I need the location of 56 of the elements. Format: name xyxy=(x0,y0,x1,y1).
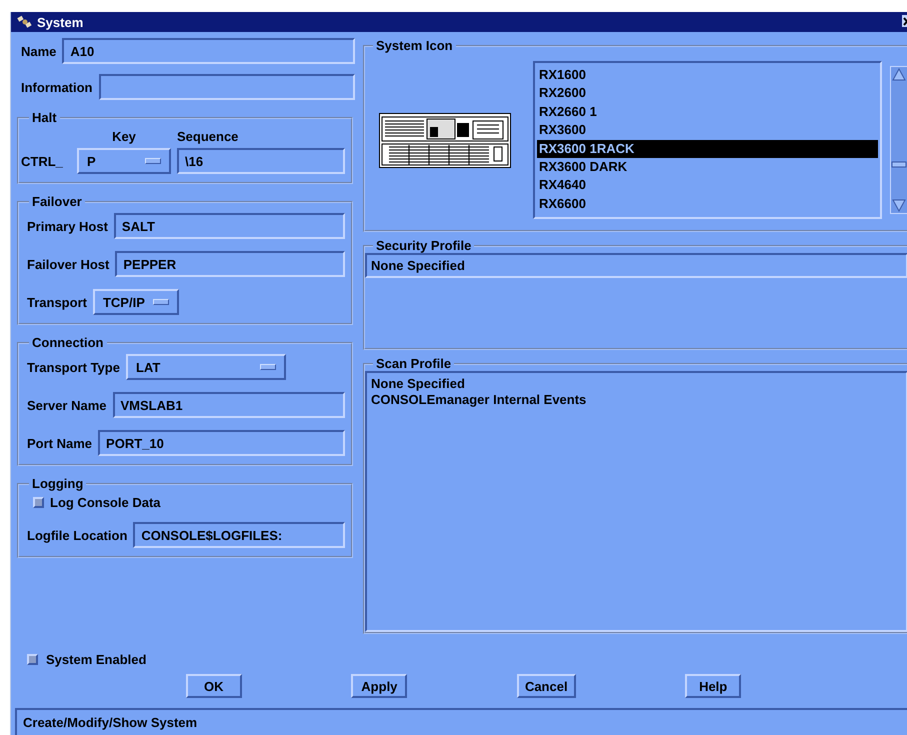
field-label: CTRL_ xyxy=(21,154,64,168)
group-title: Failover xyxy=(31,194,83,209)
list-item[interactable]: None Specified xyxy=(371,376,902,391)
group-title: Security Profile xyxy=(375,238,472,253)
text-field[interactable]: VMSLAB1 xyxy=(112,392,345,418)
menu-indicator-icon xyxy=(260,364,276,370)
checkbox[interactable] xyxy=(33,497,44,508)
text-field[interactable]: A10 xyxy=(62,38,355,64)
group-title: Logging xyxy=(31,476,84,491)
list-item[interactable]: None Specified xyxy=(371,258,902,273)
group-title: Scan Profile xyxy=(375,356,452,371)
field-label: Failover Host xyxy=(27,256,110,272)
text-field[interactable]: SALT xyxy=(114,213,345,239)
field-label: Transport xyxy=(27,294,87,310)
list-item[interactable]: RX4640 xyxy=(537,176,878,195)
field-label: Server Name xyxy=(27,398,106,412)
list-item[interactable]: RX3600 xyxy=(537,121,878,140)
text-field[interactable] xyxy=(98,74,355,100)
field-label: Information xyxy=(21,80,92,94)
group-title: System Icon xyxy=(375,38,454,53)
dialog-button[interactable]: Help xyxy=(685,674,742,698)
group-title: Connection xyxy=(31,335,104,350)
field-label: Transport Type xyxy=(27,360,120,374)
checkbox[interactable] xyxy=(27,654,38,664)
checkbox-label: System Enabled xyxy=(46,652,146,666)
field-label: Logfile Location xyxy=(27,528,128,542)
satellite-icon xyxy=(17,15,33,29)
list-item[interactable]: RX1600 xyxy=(537,66,878,84)
field-label: Primary Host xyxy=(27,218,108,234)
field-label: Name xyxy=(21,44,56,58)
text-field[interactable]: PEPPER xyxy=(115,251,345,277)
column-label: Key xyxy=(111,129,137,144)
field-label: Port Name xyxy=(27,436,92,450)
list-item[interactable]: RX2660 1 xyxy=(537,102,878,122)
dialog-button[interactable]: Cancel xyxy=(516,674,576,698)
list-item[interactable]: RX6600 xyxy=(537,194,878,214)
text-field[interactable]: \16 xyxy=(177,148,345,174)
list-item[interactable]: RX3600 1RACK xyxy=(537,140,878,158)
group-title: Halt xyxy=(31,110,58,125)
list-item[interactable]: CONSOLEmanager Internal Events xyxy=(371,392,902,407)
vertical-scrollbar[interactable] xyxy=(890,66,907,214)
menu-indicator-icon xyxy=(152,299,169,305)
window-title: System xyxy=(37,14,84,30)
option-menu[interactable]: LAT xyxy=(126,354,286,380)
dialog-button[interactable]: OK xyxy=(186,674,242,698)
list-item[interactable]: RX2600 xyxy=(537,84,878,103)
column-label: Sequence xyxy=(177,129,240,144)
option-menu[interactable]: P xyxy=(77,148,171,174)
menu-indicator-icon xyxy=(145,158,161,164)
status-bar: Create/Modify/Show System xyxy=(15,708,907,735)
text-field[interactable]: CONSOLE$LOGFILES: xyxy=(133,522,345,548)
list-item[interactable]: RX3600 DARK xyxy=(537,158,878,176)
dialog-button[interactable]: Apply xyxy=(351,674,408,698)
option-menu[interactable]: TCP/IP xyxy=(92,289,179,315)
checkbox-label: Log Console Data xyxy=(50,495,161,510)
text-field[interactable]: PORT_10 xyxy=(98,430,345,456)
